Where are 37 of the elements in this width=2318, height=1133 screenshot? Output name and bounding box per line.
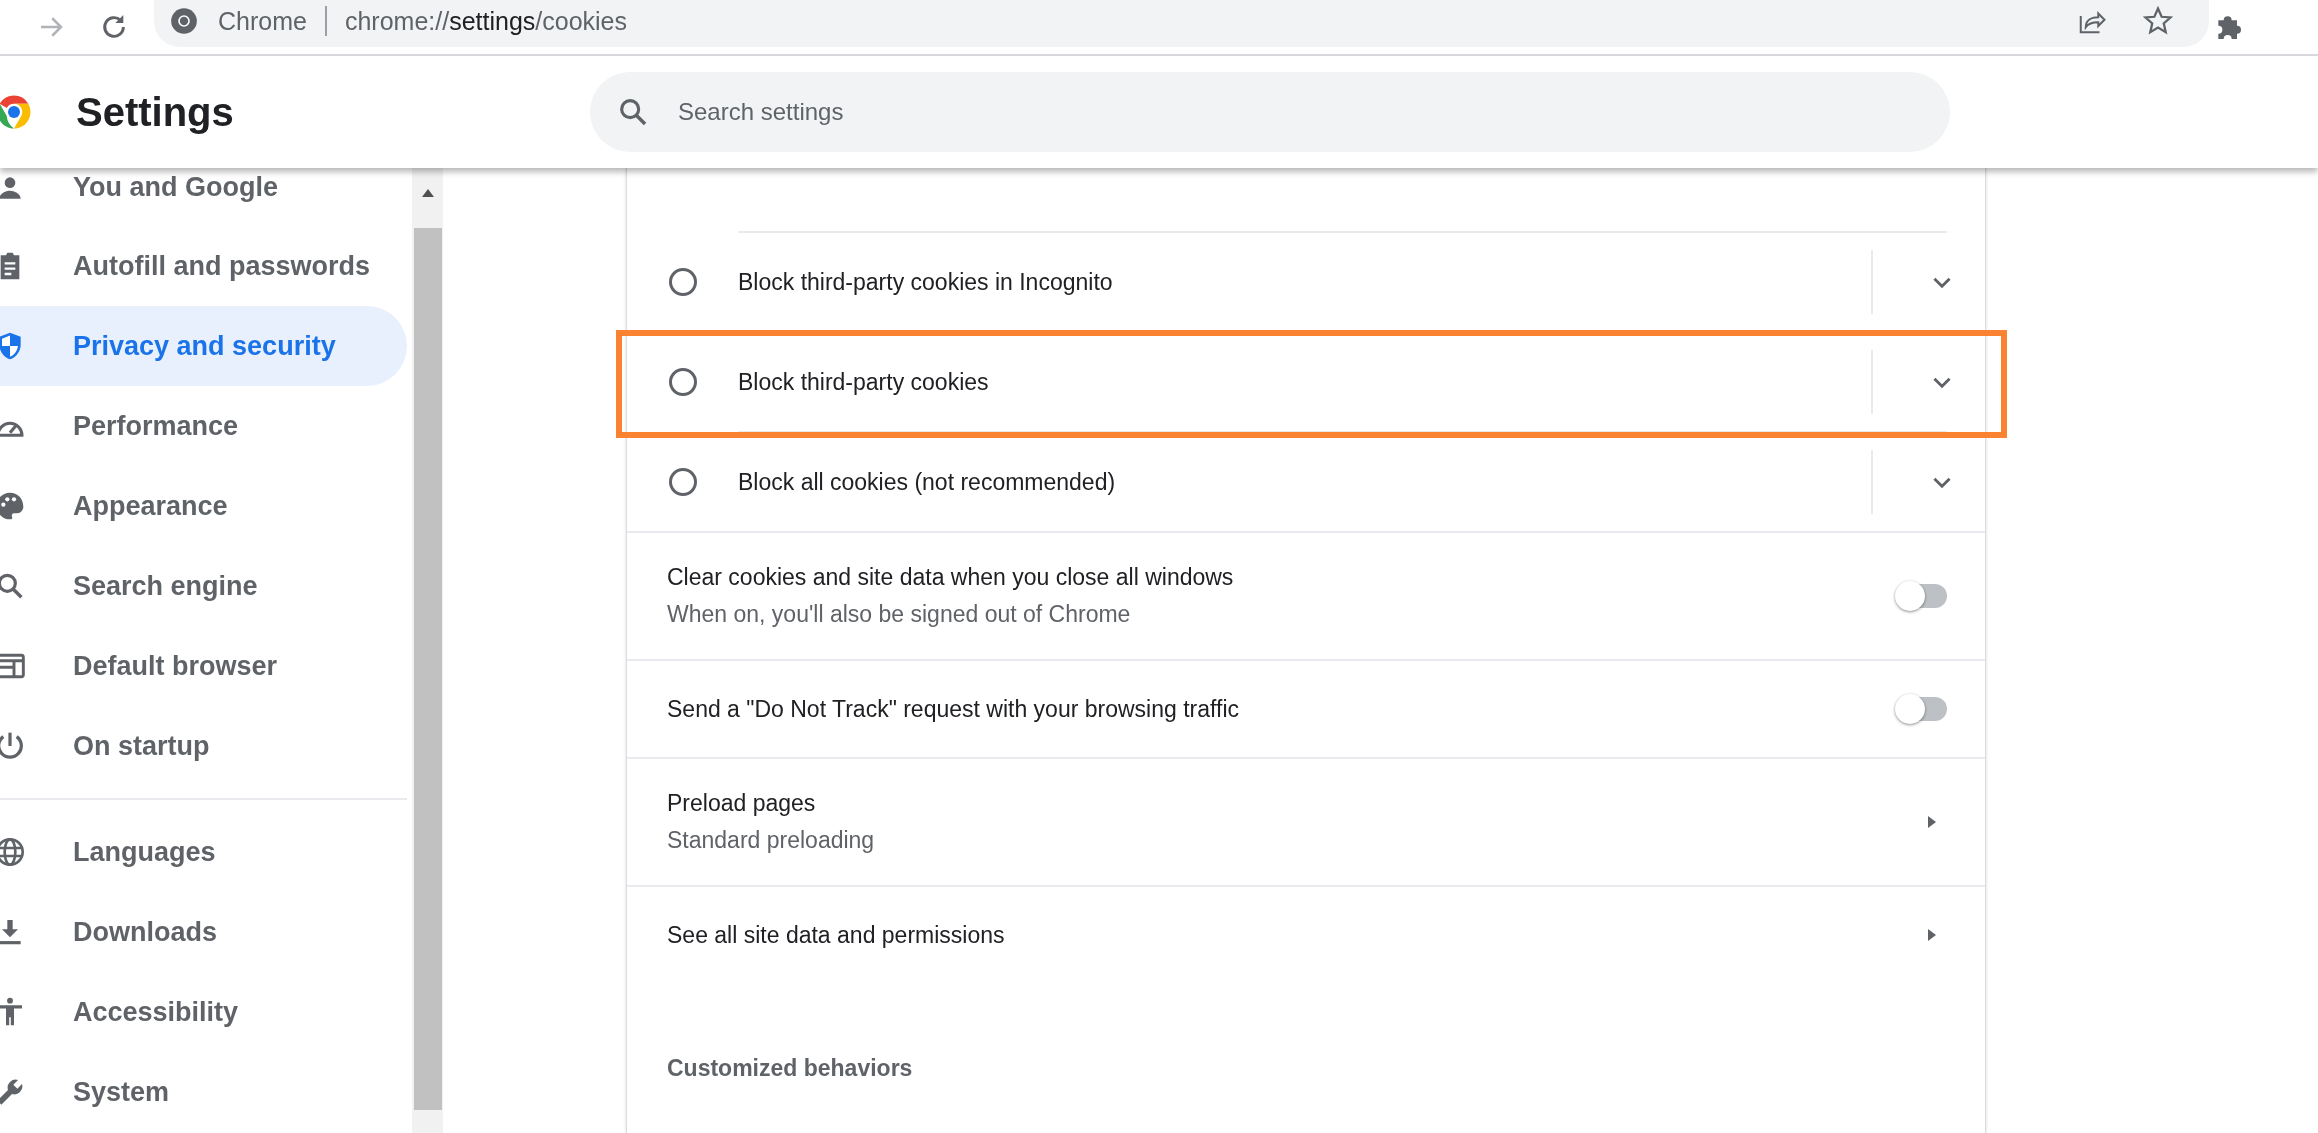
option-label: Block third-party cookies in Incognito [738, 268, 1114, 296]
sidebar-item[interactable]: Languages [0, 812, 407, 892]
url-text: chrome://settings/cookies [344, 6, 627, 36]
sidebar-item[interactable]: Privacy and security [0, 306, 407, 386]
palette-icon [0, 490, 26, 522]
sidebar-item[interactable]: Downloads [0, 892, 407, 972]
power-icon [0, 730, 26, 762]
scroll-up-icon[interactable] [420, 188, 435, 198]
sidebar-item[interactable]: Appearance [0, 466, 407, 546]
chrome-logo [0, 94, 32, 130]
sidebar-item[interactable]: Accessibility [0, 972, 407, 1052]
star-icon[interactable] [2143, 6, 2173, 36]
chrome-icon [170, 7, 198, 35]
setting-description: Standard preloading [667, 827, 876, 854]
sidebar-item[interactable]: System [0, 1052, 407, 1132]
globe-icon [0, 836, 26, 868]
radio-button[interactable] [669, 468, 697, 496]
radio-button[interactable] [669, 268, 697, 296]
option-label: Block third-party cookies [738, 368, 990, 396]
sidebar-item[interactable]: Autofill and passwords [0, 226, 407, 306]
page-title: Settings [76, 89, 235, 135]
setting-label: Clear cookies and site data when you close all windows [667, 564, 1235, 591]
setting-label: See all site data and permissions [667, 921, 1006, 949]
address-bar[interactable]: Chrome chrome://settings/cookies [154, 0, 2209, 47]
sidebar-item[interactable]: Performance [0, 386, 407, 466]
sidebar-item[interactable]: On startup [0, 706, 407, 786]
section-heading: Customized behaviors [666, 1054, 914, 1082]
radio-button[interactable] [669, 368, 697, 396]
setting-label: Send a "Do Not Track" request with your browsing traffic [667, 695, 1240, 723]
sidebar-item[interactable]: Search engine [0, 546, 407, 626]
site-label: Chrome [218, 6, 307, 36]
search-field[interactable]: Search settings [590, 72, 1950, 152]
setting-description: When on, you'll also be signed out of Chrome [667, 601, 1132, 628]
sidebar-item[interactable]: You and Google [0, 168, 407, 226]
sidebar-item[interactable]: Default browser [0, 626, 407, 706]
option-label: Block all cookies (not recommended) [738, 468, 1117, 496]
setting-label: Preload pages [667, 790, 817, 817]
